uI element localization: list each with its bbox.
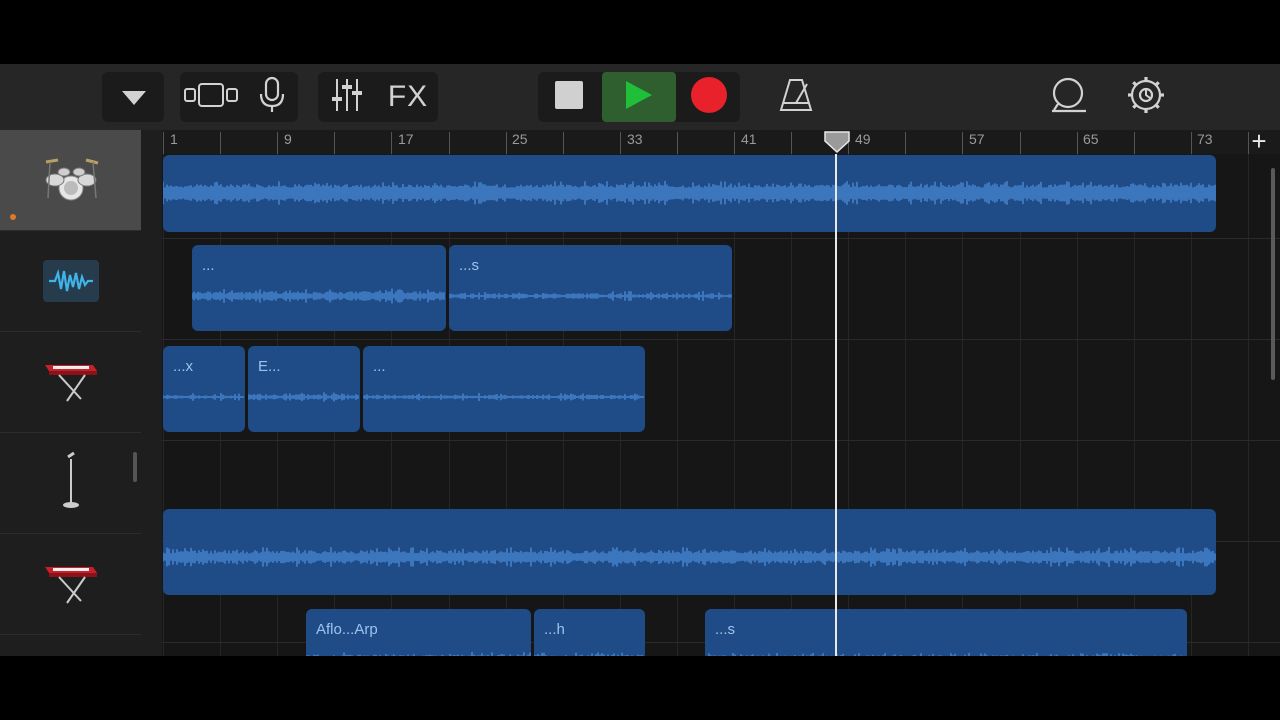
vertical-scrollbar[interactable] — [1271, 168, 1275, 380]
ruler-tick — [1190, 132, 1192, 154]
waveform — [306, 652, 531, 656]
fx-label: FX — [387, 80, 429, 113]
bar-number: 57 — [969, 131, 985, 147]
microphone-stand-icon — [56, 451, 86, 516]
playhead[interactable] — [835, 154, 837, 656]
bar-number: 41 — [741, 131, 757, 147]
metronome-button[interactable] — [772, 72, 820, 122]
metronome-icon — [779, 78, 813, 117]
region-audio-1[interactable]: ... — [192, 245, 446, 331]
header-scroll-indicator[interactable] — [133, 452, 137, 482]
ruler-tick — [676, 132, 678, 154]
ruler-tick — [1019, 132, 1021, 154]
waveform — [163, 393, 244, 401]
bar-number: 17 — [398, 131, 414, 147]
tracks-menu-button[interactable] — [102, 72, 164, 122]
region-keys-6[interactable]: ...s — [705, 609, 1187, 656]
record-icon — [690, 76, 728, 119]
ruler-tick — [334, 132, 336, 154]
ruler-tick — [448, 132, 450, 154]
region-vocals[interactable] — [163, 509, 1216, 595]
grid-line — [1247, 154, 1249, 656]
waveform — [534, 652, 643, 656]
track-headers — [0, 130, 163, 656]
ruler-tick — [562, 132, 564, 154]
ruler-tick — [734, 132, 735, 154]
timeline-ruler[interactable]: 1 9 17 25 33 41 49 57 65 73 — [162, 130, 1280, 155]
ruler-tick — [1133, 132, 1135, 154]
ruler-tick — [220, 132, 222, 154]
ruler-tick — [505, 132, 507, 154]
settings-button[interactable] — [1122, 72, 1170, 122]
tracks-view-icon — [183, 80, 239, 115]
ruler-tick — [962, 132, 964, 154]
add-section-button[interactable]: + — [1246, 128, 1272, 154]
bar-number: 65 — [1083, 131, 1099, 147]
bar-number: 9 — [284, 131, 292, 147]
waveform — [708, 653, 1182, 656]
bar-number: 73 — [1197, 131, 1213, 147]
control-bar: FX — [0, 64, 1280, 130]
ruler-tick — [791, 132, 793, 154]
waveform — [363, 393, 644, 401]
tracks-area[interactable]: ... ...s ...x E... ... Aflo...Arp ...h .… — [162, 154, 1280, 656]
waveform — [449, 291, 732, 301]
fx-button[interactable]: FX — [382, 72, 434, 122]
lane-divider — [162, 440, 1280, 441]
keyboard-icon — [43, 559, 99, 610]
play-icon — [624, 79, 654, 116]
mixer-button[interactable] — [322, 72, 372, 122]
region-keys-3[interactable]: ... — [363, 346, 645, 432]
microphone-icon — [257, 76, 287, 119]
region-keys-2[interactable]: E... — [248, 346, 360, 432]
track-header-drums[interactable] — [0, 130, 141, 231]
record-button[interactable] — [680, 72, 738, 122]
track-header-keyboard-2[interactable] — [0, 534, 141, 635]
loop-browser-button[interactable] — [1044, 72, 1092, 122]
region-audio-2[interactable]: ...s — [449, 245, 732, 331]
lane-divider — [162, 339, 1280, 340]
audio-recorder-icon — [42, 260, 99, 302]
triangle-down-icon — [120, 89, 148, 112]
stop-icon — [554, 80, 584, 115]
track-header-vocals[interactable] — [0, 433, 141, 534]
smart-controls-button[interactable] — [248, 72, 296, 122]
ruler-tick — [619, 132, 621, 154]
waveform — [248, 392, 359, 402]
ruler-tick — [163, 132, 164, 154]
mixer-sliders-icon — [330, 77, 364, 118]
ruler-tick — [1076, 132, 1078, 154]
garageband-app: FX 1 9 17 25 33 41 49 57 65 73 + ... ...… — [0, 64, 1280, 656]
waveform — [192, 288, 445, 304]
waveform — [163, 181, 1216, 205]
region-drums[interactable] — [163, 155, 1216, 232]
region-keys-4[interactable]: Aflo...Arp — [306, 609, 531, 656]
waveform — [163, 547, 1216, 567]
track-header-keyboard-1[interactable] — [0, 332, 141, 433]
drums-icon — [40, 154, 102, 207]
ruler-tick — [905, 132, 907, 154]
region-keys-1[interactable]: ...x — [163, 346, 245, 432]
loop-browser-icon — [1048, 77, 1088, 118]
bar-number: 1 — [170, 131, 178, 147]
lane-divider — [162, 238, 1280, 239]
gear-icon — [1127, 76, 1165, 119]
play-button[interactable] — [602, 72, 676, 122]
stop-button[interactable] — [540, 72, 598, 122]
region-keys-5[interactable]: ...h — [534, 609, 645, 656]
track-header-audio-recorder[interactable] — [0, 231, 141, 332]
bar-number: 25 — [512, 131, 528, 147]
ruler-tick — [391, 132, 393, 154]
ruler-tick — [277, 132, 279, 154]
view-toggle-button[interactable] — [182, 72, 240, 122]
keyboard-icon — [43, 357, 99, 408]
record-enable-indicator — [10, 214, 16, 220]
bar-number: 33 — [627, 131, 643, 147]
bar-number: 49 — [855, 131, 871, 147]
